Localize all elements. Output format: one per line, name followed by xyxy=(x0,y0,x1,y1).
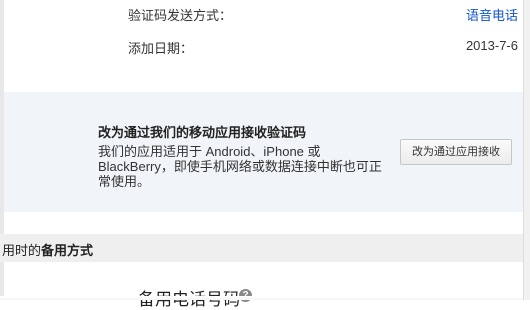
switch-to-app-button[interactable]: 改为通过应用接收 xyxy=(400,139,512,165)
divider xyxy=(4,216,523,217)
backup-methods-header-text: 用时的备用方式 xyxy=(2,240,93,259)
added-date-row: 添加日期： 2013-7-6 xyxy=(0,36,522,56)
verification-method-link[interactable]: 语音电话 xyxy=(466,5,518,24)
mobile-app-promo-title: 改为通过我们的移动应用接收验证码 xyxy=(98,125,307,140)
mobile-app-promo-description: 我们的应用适用于 Android、iPhone 或 BlackBerry，即使手… xyxy=(98,144,382,189)
backup-methods-header: 用时的备用方式 xyxy=(0,234,523,262)
verification-method-label: 验证码发送方式： xyxy=(128,8,233,23)
bottom-edge xyxy=(0,296,523,300)
scrollbar[interactable] xyxy=(523,0,530,300)
added-date-value: 2013-7-6 xyxy=(465,38,518,53)
mobile-app-promo-panel: 改为通过我们的移动应用接收验证码 我们的应用适用于 Android、iPhone… xyxy=(4,92,523,212)
backup-header-prefix: 用时的 xyxy=(2,243,42,258)
backup-header-bold: 备用方式 xyxy=(41,243,94,258)
added-date-label: 添加日期： xyxy=(128,41,194,56)
verification-method-row: 验证码发送方式： 语音电话 xyxy=(0,3,522,23)
